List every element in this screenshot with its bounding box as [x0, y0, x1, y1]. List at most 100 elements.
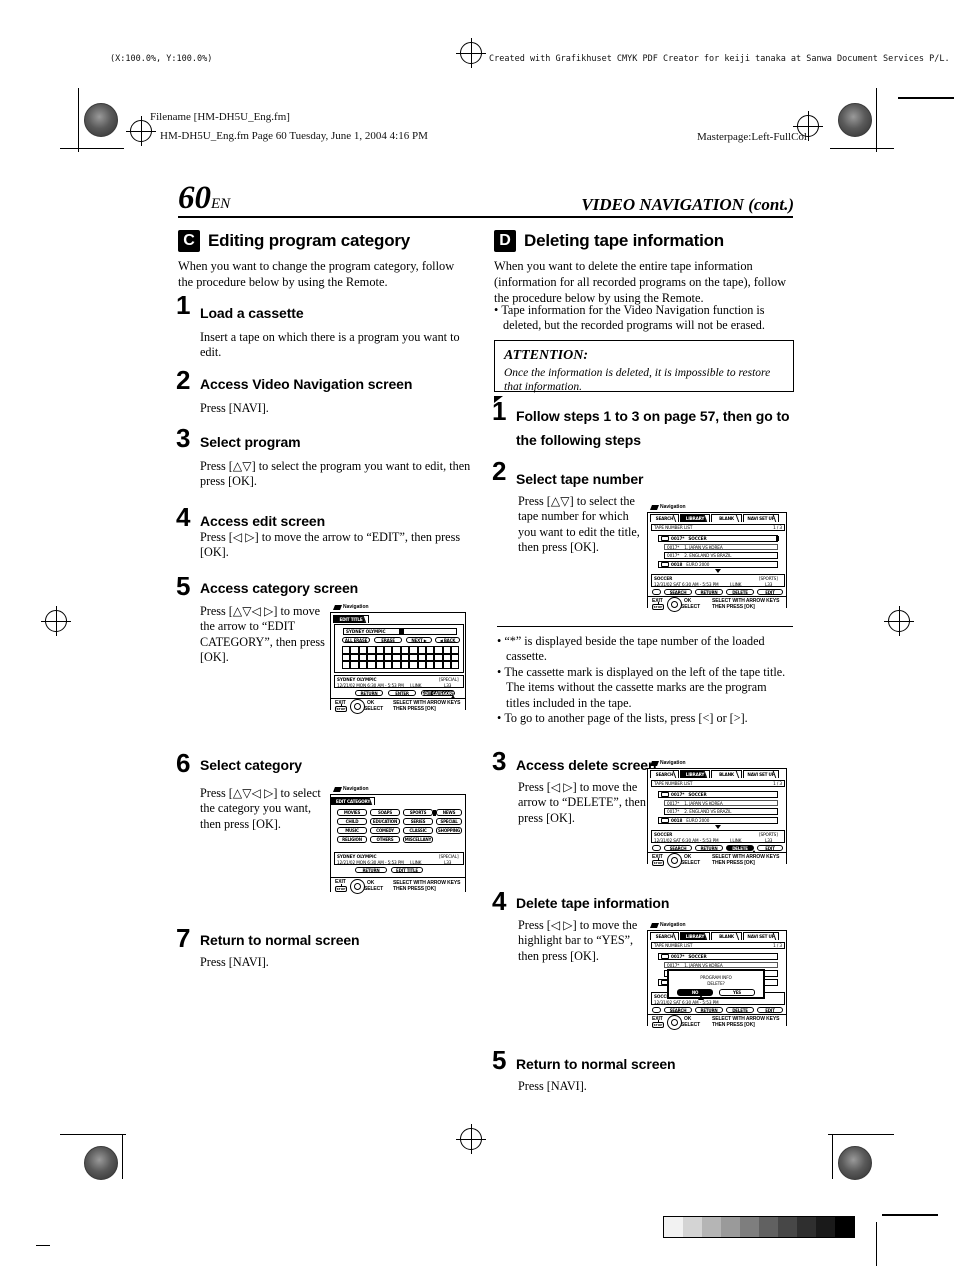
keyboard-cell[interactable] — [358, 661, 368, 669]
keyboard-cell[interactable] — [350, 646, 359, 654]
tab-edit-category[interactable]: EDIT CATEGORY — [331, 797, 375, 805]
category-others[interactable]: OTHERS — [370, 836, 400, 843]
table-row[interactable]: 0017* 1. JAPAN VS KOREA — [664, 962, 778, 968]
category-music[interactable]: MUSIC — [337, 827, 367, 834]
table-row[interactable]: 0017* 1. JAPAN VS KOREA — [664, 800, 778, 806]
keyboard-cell[interactable] — [383, 646, 393, 654]
tab-library[interactable]: LIBRARY — [680, 514, 710, 522]
keyboard-cell[interactable] — [400, 646, 410, 654]
dialog-yes-button[interactable]: YES — [719, 989, 755, 996]
keyboard-cell[interactable] — [367, 661, 376, 669]
keyboard-cell[interactable] — [417, 653, 426, 661]
tab-search[interactable]: SEARCH — [650, 932, 679, 940]
tab-navi-setup[interactable]: NAVI SET UP — [743, 770, 779, 778]
tab-blank[interactable]: BLANK — [711, 932, 742, 940]
button-search[interactable]: SEARCH — [664, 1007, 692, 1013]
category-religion[interactable]: RELIGION — [337, 836, 367, 843]
table-row[interactable]: 0017* SOCCER — [658, 535, 778, 542]
keyboard-cell[interactable] — [383, 661, 393, 669]
keyboard-cell[interactable] — [375, 653, 384, 661]
category-sports[interactable]: SPORTS — [403, 809, 433, 816]
keyboard-cell[interactable] — [392, 653, 401, 661]
keyboard-cell[interactable] — [400, 653, 410, 661]
tab-blank[interactable]: BLANK — [711, 770, 742, 778]
keyboard-cell[interactable] — [451, 661, 460, 669]
keyboard-cell[interactable] — [425, 661, 435, 669]
keyboard-cell[interactable] — [434, 653, 443, 661]
jog-dial-icon[interactable] — [667, 853, 682, 868]
table-row[interactable]: 0017* 1. JAPAN VS KOREA — [664, 544, 778, 550]
tab-navi-setup[interactable]: NAVI SET UP — [743, 514, 779, 522]
table-row[interactable]: 0017* 2. ENGLAND VS BRAZIL — [664, 552, 778, 559]
category-movies[interactable]: MOVIES — [337, 809, 367, 816]
tab-edit-title[interactable]: EDIT TITLE — [333, 615, 369, 623]
table-row[interactable]: 0017* SOCCER — [658, 791, 778, 798]
keyboard-cell[interactable] — [367, 646, 376, 654]
category-series[interactable]: SERIES — [403, 818, 433, 825]
category-special[interactable]: SPECIAL — [436, 818, 462, 825]
button-search[interactable]: SEARCH — [664, 845, 692, 851]
keyboard-cell[interactable] — [425, 646, 435, 654]
jog-dial-icon[interactable] — [350, 699, 365, 714]
keyboard-cell[interactable] — [434, 646, 443, 654]
button-search[interactable]: SEARCH — [664, 589, 692, 595]
character-keyboard-grid[interactable] — [342, 646, 460, 669]
table-row[interactable]: 0017* 2. ENGLAND VS BRAZIL — [664, 808, 778, 815]
keyboard-cell[interactable] — [409, 661, 418, 669]
key-back[interactable]: ◀ BACK — [435, 637, 460, 643]
category-miscellany[interactable]: MISCELLANY — [403, 836, 433, 843]
keyboard-cell[interactable] — [451, 653, 460, 661]
button-return[interactable]: RETURN — [355, 690, 383, 696]
keyboard-cell[interactable] — [350, 661, 359, 669]
button-enter[interactable]: ENTER — [388, 690, 416, 696]
keyboard-cell[interactable] — [342, 646, 351, 654]
button-delete[interactable]: DELETE — [726, 589, 754, 595]
category-soaps[interactable]: SOAPS — [370, 809, 400, 816]
tab-search[interactable]: SEARCH — [650, 770, 679, 778]
button-edit[interactable]: EDIT — [757, 589, 783, 595]
category-comedy[interactable]: COMEDY — [370, 827, 400, 834]
button-edit[interactable]: EDIT — [757, 845, 783, 851]
tab-library[interactable]: LIBRARY — [680, 770, 710, 778]
keyboard-cell[interactable] — [342, 661, 351, 669]
button-edit-title[interactable]: EDIT TITLE — [391, 867, 423, 873]
keyboard-cell[interactable] — [383, 653, 393, 661]
button-return[interactable]: RETURN — [355, 867, 387, 873]
button-delete[interactable]: DELETE — [726, 845, 754, 851]
tab-library[interactable]: LIBRARY — [680, 932, 710, 940]
keyboard-cell[interactable] — [442, 653, 452, 661]
jog-dial-icon[interactable] — [667, 1015, 682, 1030]
dialog-no-button[interactable]: NO — [677, 989, 713, 996]
jog-dial-icon[interactable] — [350, 879, 365, 894]
jog-dial-icon[interactable] — [667, 597, 682, 612]
key-next[interactable]: NEXT ▶ — [406, 637, 432, 643]
key-erase[interactable]: ERASE — [374, 637, 402, 643]
keyboard-cell[interactable] — [425, 653, 435, 661]
keyboard-cell[interactable] — [392, 646, 401, 654]
button-edit[interactable]: EDIT — [757, 1007, 783, 1013]
keyboard-cell[interactable] — [342, 653, 351, 661]
keyboard-cell[interactable] — [409, 653, 418, 661]
tab-blank[interactable]: BLANK — [711, 514, 742, 522]
key-all-erase[interactable]: ALL ERASE — [342, 637, 370, 643]
category-education[interactable]: EDUCATION — [370, 818, 400, 825]
keyboard-cell[interactable] — [434, 661, 443, 669]
keyboard-cell[interactable] — [417, 646, 426, 654]
button-delete[interactable]: DELETE — [726, 1007, 754, 1013]
tab-navi-setup[interactable]: NAVI SET UP — [743, 932, 779, 940]
table-row[interactable]: 0018 EURO 2000 — [658, 561, 778, 568]
table-row[interactable]: 0017* SOCCER — [658, 953, 778, 960]
category-news[interactable]: NEWS — [436, 809, 462, 816]
keyboard-cell[interactable] — [375, 646, 384, 654]
keyboard-cell[interactable] — [442, 661, 452, 669]
keyboard-cell[interactable] — [350, 653, 359, 661]
keyboard-cell[interactable] — [442, 646, 452, 654]
category-shopping[interactable]: SHOPPING — [436, 827, 462, 834]
keyboard-cell[interactable] — [367, 653, 376, 661]
keyboard-cell[interactable] — [375, 661, 384, 669]
table-row[interactable]: 0018 EURO 2000 — [658, 817, 778, 824]
keyboard-cell[interactable] — [392, 661, 401, 669]
keyboard-cell[interactable] — [451, 646, 460, 654]
button-return[interactable]: RETURN — [695, 1007, 723, 1013]
button-return[interactable]: RETURN — [695, 589, 723, 595]
